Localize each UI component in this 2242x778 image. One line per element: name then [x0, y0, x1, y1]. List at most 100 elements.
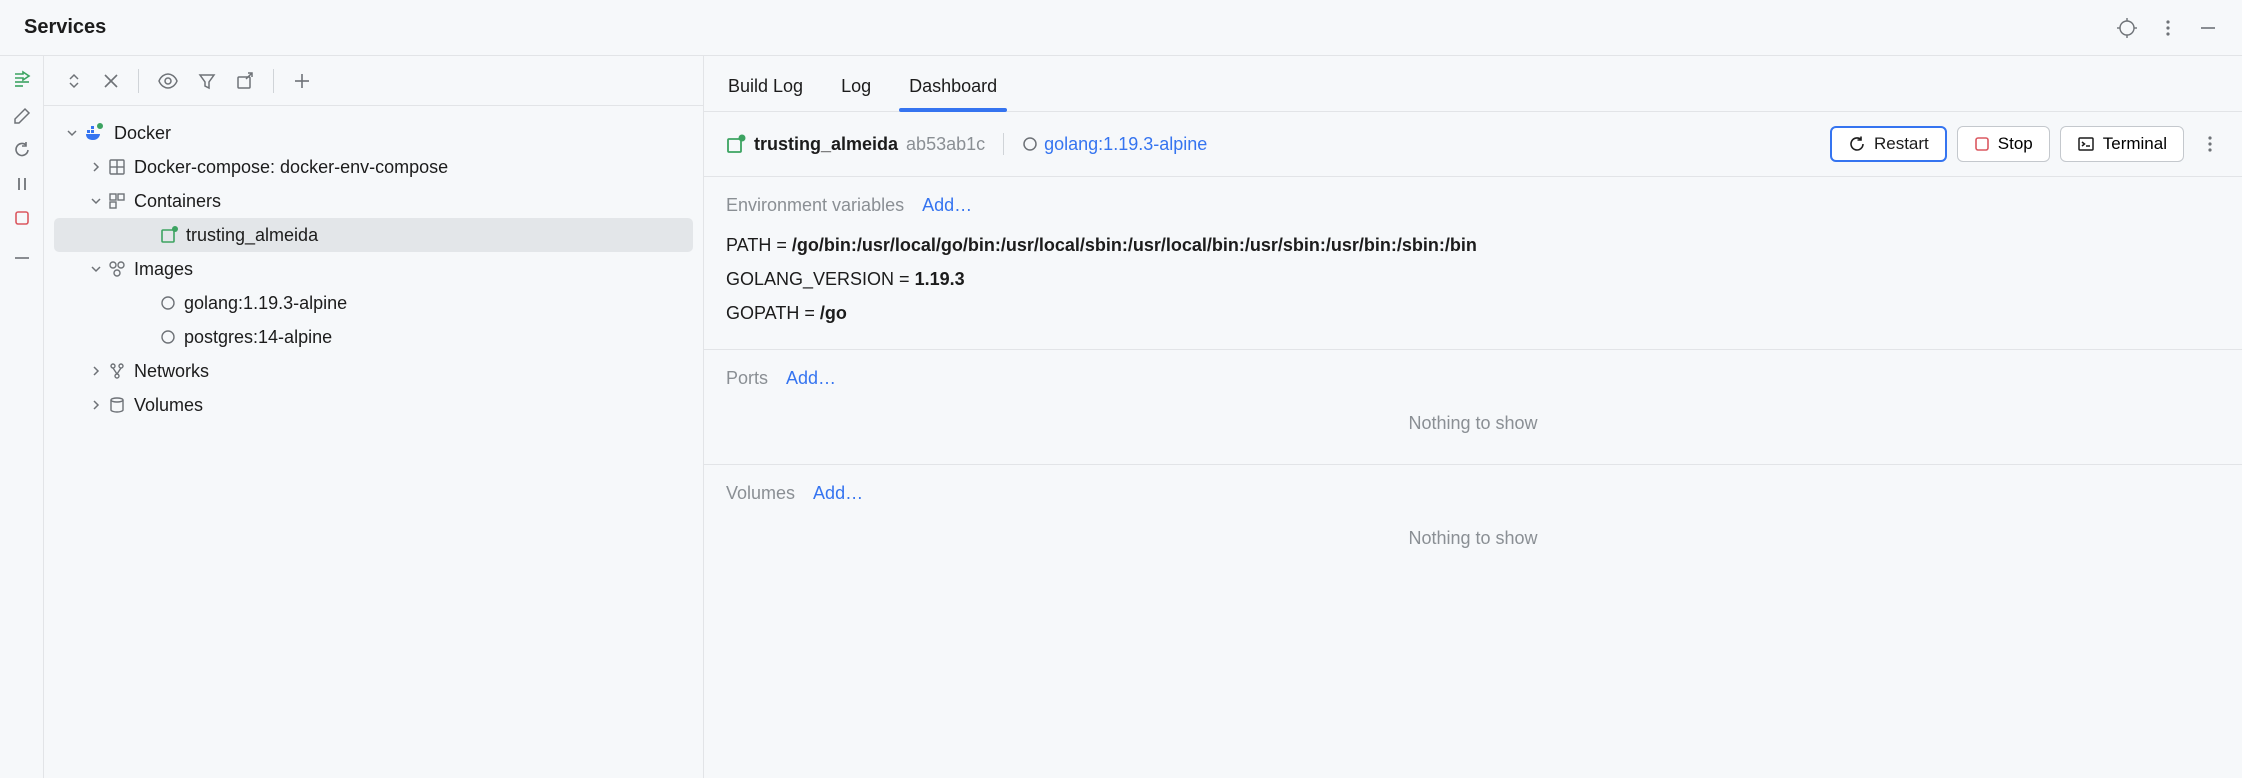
- tree-panel: Docker Docker-compose: docker-env-compos…: [44, 56, 704, 778]
- image-icon: [160, 295, 176, 311]
- chevron-right-icon[interactable]: [88, 161, 104, 173]
- tree-label: Images: [134, 259, 193, 280]
- section-env: Environment variables Add… PATH = /go/bi…: [704, 177, 2242, 350]
- terminal-button[interactable]: Terminal: [2060, 126, 2184, 162]
- env-key: PATH: [726, 235, 771, 255]
- tree-node-volumes[interactable]: Volumes: [44, 388, 703, 422]
- section-volumes: Volumes Add… Nothing to show: [704, 465, 2242, 579]
- tab-dashboard[interactable]: Dashboard: [907, 68, 999, 111]
- volumes-icon: [108, 396, 126, 414]
- chevron-right-icon[interactable]: [88, 399, 104, 411]
- filter-icon[interactable]: [197, 71, 217, 91]
- close-icon[interactable]: [102, 72, 120, 90]
- stop-button[interactable]: Stop: [1957, 126, 2050, 162]
- run-to-icon[interactable]: [11, 70, 33, 92]
- edit-icon[interactable]: [12, 106, 32, 126]
- tree-node-image-golang[interactable]: golang:1.19.3-alpine: [44, 286, 703, 320]
- expand-collapse-icon[interactable]: [64, 71, 84, 91]
- tree-label: Docker: [114, 123, 171, 144]
- env-key: GOLANG_VERSION: [726, 269, 894, 289]
- stop-icon: [1974, 136, 1990, 152]
- stop-icon[interactable]: [12, 208, 32, 228]
- tabs: Build Log Log Dashboard: [704, 56, 2242, 112]
- section-title: Volumes: [726, 483, 795, 504]
- container-name: trusting_almeida ab53ab1c: [726, 134, 985, 155]
- terminal-icon: [2077, 135, 2095, 153]
- image-link[interactable]: golang:1.19.3-alpine: [1022, 134, 1207, 155]
- tab-log[interactable]: Log: [839, 68, 873, 111]
- divider: [138, 69, 139, 93]
- minimize-rail-icon[interactable]: [12, 248, 32, 268]
- env-var-row: PATH = /go/bin:/usr/local/go/bin:/usr/lo…: [726, 228, 2220, 262]
- tab-build-log[interactable]: Build Log: [726, 68, 805, 111]
- button-label: Restart: [1874, 134, 1929, 154]
- header: Services: [0, 0, 2242, 56]
- section-title: Ports: [726, 368, 768, 389]
- containers-icon: [108, 192, 126, 210]
- content-panel: Build Log Log Dashboard trusting_almeida…: [704, 56, 2242, 778]
- tree-node-containers[interactable]: Containers: [44, 184, 703, 218]
- tree-label: Networks: [134, 361, 209, 382]
- chevron-down-icon[interactable]: [88, 195, 104, 207]
- button-label: Terminal: [2103, 134, 2167, 154]
- action-buttons: Restart Stop Terminal: [1830, 126, 2220, 162]
- networks-icon: [108, 362, 126, 380]
- add-volume-link[interactable]: Add…: [813, 483, 863, 504]
- tree-node-docker[interactable]: Docker: [44, 116, 703, 150]
- image-icon: [1022, 136, 1038, 152]
- more-vert-icon[interactable]: [2200, 134, 2220, 154]
- tree-node-images[interactable]: Images: [44, 252, 703, 286]
- tree-label: trusting_almeida: [186, 225, 318, 246]
- target-icon[interactable]: [2116, 17, 2138, 39]
- docker-icon: [84, 122, 106, 144]
- section-ports: Ports Add… Nothing to show: [704, 350, 2242, 465]
- compose-icon: [108, 158, 126, 176]
- container-id: ab53ab1c: [906, 134, 985, 155]
- restart-button[interactable]: Restart: [1830, 126, 1947, 162]
- tree-body: Docker Docker-compose: docker-env-compos…: [44, 106, 703, 432]
- tree-label: Volumes: [134, 395, 203, 416]
- refresh-icon[interactable]: [12, 140, 32, 160]
- empty-state: Nothing to show: [726, 516, 2220, 561]
- tree-label: Containers: [134, 191, 221, 212]
- container-name-text: trusting_almeida: [754, 134, 898, 155]
- env-value: 1.19.3: [915, 269, 965, 289]
- tree-node-image-postgres[interactable]: postgres:14-alpine: [44, 320, 703, 354]
- env-key: GOPATH: [726, 303, 799, 323]
- chevron-down-icon[interactable]: [64, 127, 80, 139]
- minimize-icon[interactable]: [2198, 18, 2218, 38]
- env-value: /go/bin:/usr/local/go/bin:/usr/local/sbi…: [792, 235, 1477, 255]
- left-rail: [0, 56, 44, 778]
- more-vert-icon[interactable]: [2158, 18, 2178, 38]
- tree-toolbar: [44, 56, 703, 106]
- restart-icon: [1848, 135, 1866, 153]
- section-title: Environment variables: [726, 195, 904, 216]
- panel-title: Services: [24, 16, 106, 39]
- container-bar: trusting_almeida ab53ab1c golang:1.19.3-…: [704, 112, 2242, 177]
- chevron-down-icon[interactable]: [88, 263, 104, 275]
- section-header: Ports Add…: [726, 368, 2220, 389]
- tree-node-trusting-almeida[interactable]: trusting_almeida: [54, 218, 693, 252]
- image-icon: [160, 329, 176, 345]
- images-icon: [108, 260, 126, 278]
- container-running-icon: [160, 226, 178, 244]
- env-var-row: GOLANG_VERSION = 1.19.3: [726, 262, 2220, 296]
- export-icon[interactable]: [235, 71, 255, 91]
- tree-node-networks[interactable]: Networks: [44, 354, 703, 388]
- tree-node-compose[interactable]: Docker-compose: docker-env-compose: [44, 150, 703, 184]
- main: Docker Docker-compose: docker-env-compos…: [0, 56, 2242, 778]
- button-label: Stop: [1998, 134, 2033, 154]
- tree-label: golang:1.19.3-alpine: [184, 293, 347, 314]
- add-env-link[interactable]: Add…: [922, 195, 972, 216]
- divider: [273, 69, 274, 93]
- add-icon[interactable]: [292, 71, 312, 91]
- tree-label: Docker-compose: docker-env-compose: [134, 157, 448, 178]
- section-header: Volumes Add…: [726, 483, 2220, 504]
- container-running-icon: [726, 134, 746, 154]
- eye-icon[interactable]: [157, 70, 179, 92]
- chevron-right-icon[interactable]: [88, 365, 104, 377]
- header-actions: [2116, 17, 2218, 39]
- pause-icon[interactable]: [12, 174, 32, 194]
- add-port-link[interactable]: Add…: [786, 368, 836, 389]
- divider: [1003, 133, 1004, 155]
